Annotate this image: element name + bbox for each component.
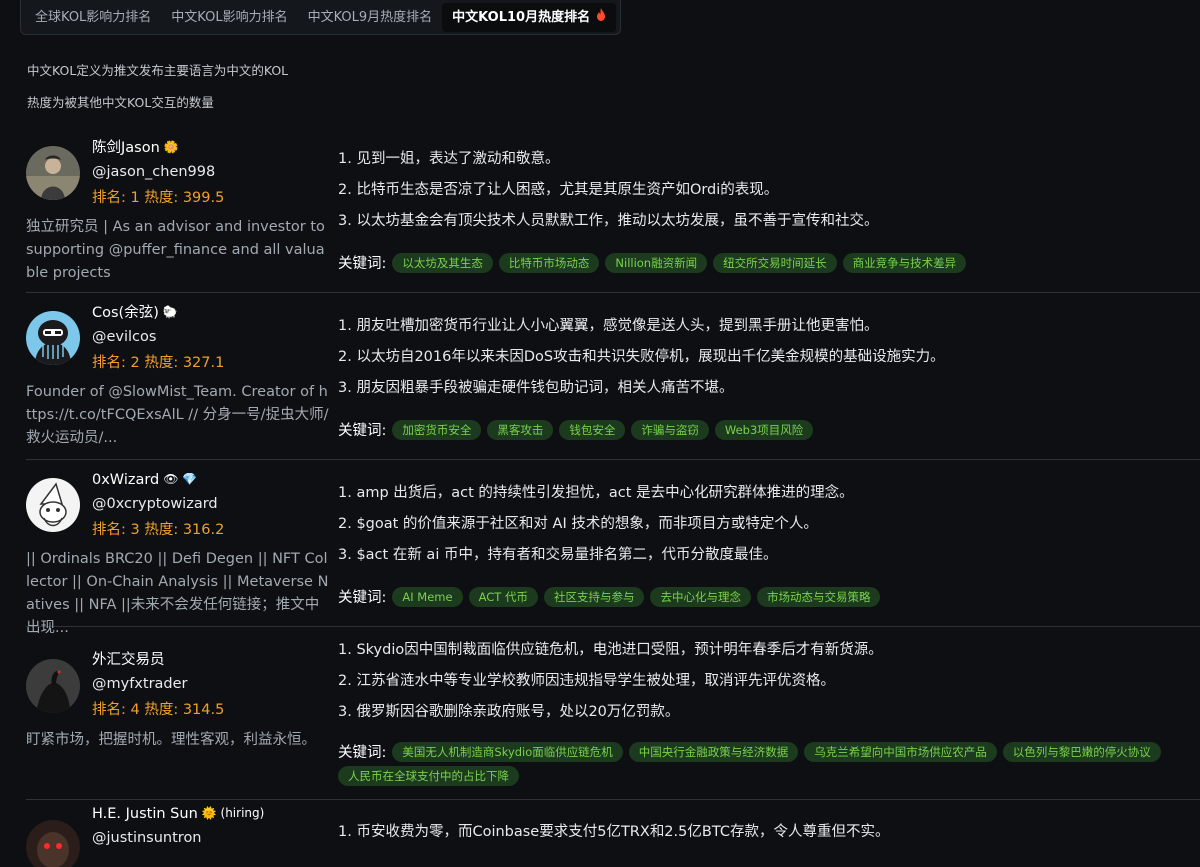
kol-row: 外汇交易员 @myfxtrader 排名: 4 热度: 314.5 盯紧市场，把… — [26, 627, 1200, 800]
avatar[interactable] — [26, 478, 80, 532]
keyword-list: 关键词: AI Meme ACT 代币 社区支持与参与 去中心化与理念 市场动态… — [338, 586, 1198, 607]
keyword-tag[interactable]: 以太坊及其生态 — [392, 252, 493, 273]
kol-handle[interactable]: @justinsuntron — [92, 825, 264, 851]
avatar[interactable] — [26, 146, 80, 200]
kol-identity: 外汇交易员 @myfxtrader 排名: 4 热度: 314.5 — [92, 649, 224, 723]
kol-row: Cos(余弦) 🐑 @evilcos 排名: 2 热度: 327.1 Founde… — [26, 293, 1200, 460]
summary-point: 1. 币安收费为零，而Coinbase要求支付5亿TRX和2.5亿BTC存款，令… — [338, 824, 890, 840]
kol-bio: 盯紧市场，把握时机。理性客观，利益永恒。 — [26, 732, 316, 748]
ranking-tabs: 全球KOL影响力排名 中文KOL影响力排名 中文KOL9月热度排名 中文KOL1… — [20, 0, 622, 35]
summary-point: 2. $goat 的价值来源于社区和对 AI 技术的想象，而非项目方或特定个人。 — [338, 516, 818, 532]
keyword-tag[interactable]: AI Meme — [392, 586, 463, 607]
kol-name-text: 外汇交易员 — [92, 652, 165, 668]
kol-name-text: 陈剑Jason — [92, 140, 160, 156]
keyword-tag[interactable]: 市场动态与交易策略 — [756, 586, 881, 607]
kol-name[interactable]: 陈剑Jason 🌼 — [92, 136, 224, 159]
kol-row: 陈剑Jason 🌼 @jason_chen998 排名: 1 热度: 399.5 … — [26, 128, 1200, 293]
avatar[interactable] — [26, 311, 80, 365]
sheep-badge-icon: 🐑 — [162, 305, 178, 319]
kol-rank-heat: 排名: 3 热度: 316.2 — [92, 522, 225, 538]
kol-bio: 独立研究员 | As an advisor and investor to su… — [26, 219, 325, 281]
kol-row: 0xWizard 👁 💎 @0xcryptowizard 排名: 3 热度: 31… — [26, 460, 1200, 636]
kol-name[interactable]: Cos(余弦) 🐑 — [92, 301, 224, 324]
summary-point: 2. 江苏省涟水中等专业学校教师因违规指导学生被处理，取消评先评优资格。 — [338, 673, 835, 689]
keyword-list: 关键词: 以太坊及其生态 比特币市场动态 Nillion融资新闻 纽交所交易时间… — [338, 252, 1198, 273]
keyword-tag[interactable]: 纽交所交易时间延长 — [713, 252, 837, 273]
keyword-tag[interactable]: 以色列与黎巴嫩的停火协议 — [1002, 741, 1161, 762]
kol-summary: 1. 朋友吐槽加密货币行业让人小心翼翼，感觉像是送人头，提到黑手册让他更害怕。 … — [338, 311, 1198, 440]
tab-global-influence[interactable]: 全球KOL影响力排名 — [25, 3, 161, 32]
flower-badge-icon: 🌼 — [163, 140, 179, 154]
kol-name[interactable]: H.E. Justin Sun 🌞 (hiring) — [92, 802, 264, 825]
summary-point: 3. 俄罗斯因谷歌删除亲政府账号，处以20万亿罚款。 — [338, 704, 680, 720]
keyword-list: 关键词: 美国无人机制造商Skydio面临供应链危机 中国央行金融政策与经济数据… — [338, 741, 1198, 786]
keyword-tag[interactable]: 钱包安全 — [559, 419, 626, 440]
keyword-label: 关键词: — [338, 590, 387, 606]
kol-name-text: H.E. Justin Sun — [92, 806, 198, 822]
kol-definition-text: 中文KOL定义为推文发布主要语言为中文的KOL — [27, 63, 289, 78]
keyword-tag[interactable]: 比特币市场动态 — [498, 252, 600, 273]
tab-chinese-oct-heat[interactable]: 中文KOL10月热度排名 — [442, 2, 617, 32]
keyword-tag[interactable]: 社区支持与参与 — [543, 586, 645, 607]
keyword-tag[interactable]: 美国无人机制造商Skydio面临供应链危机 — [392, 741, 623, 762]
kol-identity: 0xWizard 👁 💎 @0xcryptowizard 排名: 3 热度: 31… — [92, 468, 224, 543]
summary-point: 1. 见到一姐，表达了激动和敬意。 — [338, 151, 560, 167]
keyword-tag[interactable]: Web3项目风险 — [714, 419, 814, 440]
kol-rank-heat: 排名: 4 热度: 314.5 — [92, 702, 225, 718]
kol-handle[interactable]: @0xcryptowizard — [92, 491, 224, 517]
page: 全球KOL影响力排名 中文KOL影响力排名 中文KOL9月热度排名 中文KOL1… — [0, 0, 1200, 867]
kol-handle[interactable]: @jason_chen998 — [92, 159, 224, 185]
avatar[interactable] — [26, 659, 80, 713]
kol-name[interactable]: 外汇交易员 — [92, 649, 224, 671]
kol-summary: 1. amp 出货后，act 的持续性引发担忧，act 是去中心化研究群体推进的… — [338, 478, 1198, 607]
kol-name-text: Cos(余弦) — [92, 305, 159, 321]
tab-chinese-sept-heat[interactable]: 中文KOL9月热度排名 — [298, 3, 443, 32]
kol-list: 陈剑Jason 🌼 @jason_chen998 排名: 1 热度: 399.5 … — [0, 128, 1200, 867]
keyword-tag[interactable]: 诈骗与盗窃 — [631, 419, 709, 440]
kol-row: H.E. Justin Sun 🌞 (hiring) @justinsuntron… — [26, 800, 1200, 867]
keyword-tag[interactable]: 加密货币安全 — [392, 419, 482, 440]
heat-definition-text: 热度为被其他中文KOL交互的数量 — [27, 95, 214, 110]
avatar[interactable] — [26, 820, 80, 867]
summary-point: 3. 以太坊基金会有顶尖技术人员默默工作，推动以太坊发展，虽不善于宣传和社交。 — [338, 213, 879, 229]
keyword-tag[interactable]: 中国央行金融政策与经济数据 — [628, 741, 799, 762]
keyword-label: 关键词: — [338, 256, 387, 272]
kol-bio: Founder of @SlowMist_Team. Creator of ht… — [26, 384, 329, 446]
keyword-tag[interactable]: 商业竞争与技术差异 — [842, 252, 967, 273]
keyword-tag[interactable]: Nillion融资新闻 — [605, 252, 708, 273]
kol-identity: Cos(余弦) 🐑 @evilcos 排名: 2 热度: 327.1 — [92, 301, 224, 376]
keyword-tag[interactable]: ACT 代币 — [468, 586, 538, 607]
summary-point: 1. 朋友吐槽加密货币行业让人小心翼翼，感觉像是送人头，提到黑手册让他更害怕。 — [338, 318, 879, 334]
kol-handle[interactable]: @evilcos — [92, 324, 224, 350]
kol-name[interactable]: 0xWizard 👁 💎 — [92, 468, 224, 491]
keyword-label: 关键词: — [338, 423, 387, 439]
kol-name-text: 0xWizard — [92, 472, 160, 488]
summary-point: 1. amp 出货后，act 的持续性引发担忧，act 是去中心化研究群体推进的… — [338, 485, 854, 501]
keyword-tag[interactable]: 去中心化与理念 — [650, 586, 751, 607]
summary-point: 3. 朋友因粗暴手段被骗走硬件钱包助记词，相关人痛苦不堪。 — [338, 380, 734, 396]
kol-summary: 1. 币安收费为零，而Coinbase要求支付5亿TRX和2.5亿BTC存款，令… — [338, 817, 1198, 848]
keyword-label: 关键词: — [338, 745, 387, 761]
summary-point: 3. $act 在新 ai 币中，持有者和交易量排名第二，代币分散度最佳。 — [338, 547, 778, 563]
keyword-list: 关键词: 加密货币安全 黑客攻击 钱包安全 诈骗与盗窃 Web3项目风险 — [338, 419, 1198, 440]
eye-diamond-badge-icon: 👁 💎 — [163, 472, 198, 486]
kol-handle[interactable]: @myfxtrader — [92, 671, 224, 697]
kol-summary: 1. 见到一姐，表达了激动和敬意。 2. 比特币生态是否凉了让人困惑，尤其是其原… — [338, 144, 1198, 273]
kol-rank-heat: 排名: 2 热度: 327.1 — [92, 355, 225, 371]
tab-label: 中文KOL10月热度排名 — [452, 9, 591, 25]
summary-point: 2. 以太坊自2016年以来未因DoS攻击和共识失败停机，展现出千亿美金规模的基… — [338, 349, 945, 365]
kol-summary: 1. Skydio因中国制裁面临供应链危机，电池进口受阻，预计明年春季后才有新货… — [338, 635, 1198, 786]
sun-badge-icon: 🌞 (hiring) — [201, 806, 265, 820]
summary-point: 2. 比特币生态是否凉了让人困惑，尤其是其原生资产如Ordi的表现。 — [338, 182, 779, 198]
kol-identity: 陈剑Jason 🌼 @jason_chen998 排名: 1 热度: 399.5 — [92, 136, 224, 211]
keyword-tag[interactable]: 乌克兰希望向中国市场供应农产品 — [804, 741, 997, 762]
summary-point: 1. Skydio因中国制裁面临供应链危机，电池进口受阻，预计明年春季后才有新货… — [338, 642, 883, 658]
kol-rank-heat: 排名: 1 热度: 399.5 — [92, 190, 225, 206]
keyword-tag[interactable]: 人民币在全球支付中的占比下降 — [338, 766, 519, 786]
kol-identity: H.E. Justin Sun 🌞 (hiring) @justinsuntron — [92, 802, 264, 851]
tab-chinese-influence[interactable]: 中文KOL影响力排名 — [161, 3, 297, 32]
keyword-tag[interactable]: 黑客攻击 — [487, 419, 554, 440]
fire-icon — [596, 3, 606, 32]
